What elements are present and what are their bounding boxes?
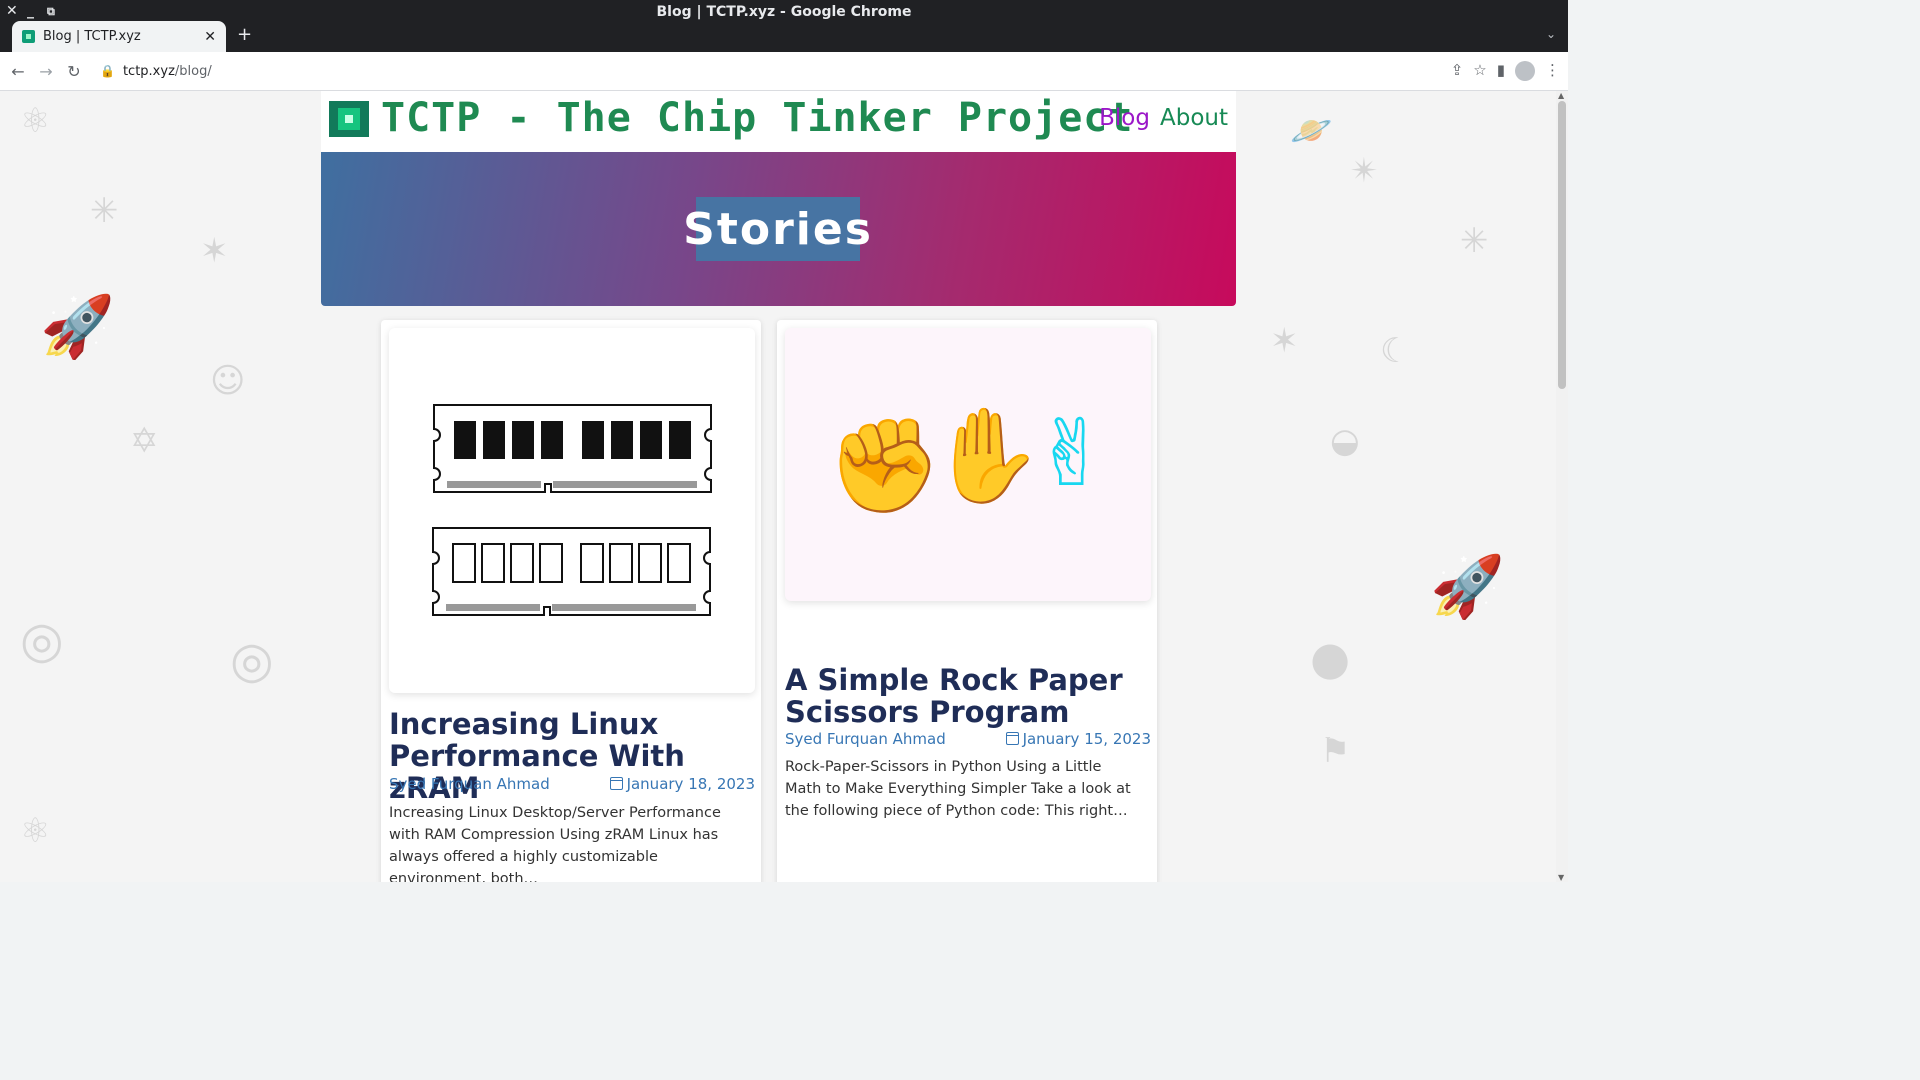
ufo-doodle-icon: ◒ xyxy=(1330,421,1360,461)
url-domain: tctp.xyz xyxy=(122,63,175,79)
moon-doodle-icon: ☾ xyxy=(1380,331,1411,371)
smiley-doodle-icon: ☺ xyxy=(210,361,246,401)
chip-logo-icon[interactable] xyxy=(329,101,369,137)
page-scrollbar[interactable]: ▲ ▼ xyxy=(1556,91,1568,882)
post-image-rps[interactable]: ✊ ✋ ✌ xyxy=(785,328,1151,601)
tab-close-icon[interactable]: ✕ xyxy=(204,29,216,45)
reload-icon[interactable]: ↻ xyxy=(60,62,88,81)
tab-blog[interactable]: Blog | TCTP.xyz ✕ xyxy=(12,21,226,52)
star-doodle-icon: ✴ xyxy=(1350,151,1379,191)
post-date: January 15, 2023 xyxy=(1022,730,1151,748)
browser-toolbar: ← → ↻ 🔒 tctp.xyz/blog/ ⇪ ☆ ▮ ⋮ xyxy=(0,52,1568,91)
rocket-doodle-icon: 🚀 xyxy=(1430,552,1505,622)
atom-doodle-icon: ⚛ xyxy=(20,811,51,851)
tab-strip: Blog | TCTP.xyz ✕ + ⌄ xyxy=(0,21,1568,52)
url-path: /blog/ xyxy=(174,63,212,79)
post-author[interactable]: Syed Furquan Ahmad xyxy=(785,730,946,748)
scroll-down-icon[interactable]: ▼ xyxy=(1558,873,1564,882)
ram-modules-icon xyxy=(432,404,712,616)
scroll-up-icon[interactable]: ▲ xyxy=(1558,91,1564,100)
post-excerpt: Rock-Paper-Scissors in Python Using a Li… xyxy=(785,759,1131,819)
spiral-doodle-icon: ◎ xyxy=(20,611,64,669)
profile-avatar-icon[interactable] xyxy=(1515,61,1535,81)
site-header: TCTP - The Chip Tinker Project Blog About xyxy=(321,91,1236,152)
address-bar[interactable]: 🔒 tctp.xyz/blog/ xyxy=(100,64,212,79)
scissors-hand-icon: ✌ xyxy=(1033,400,1111,507)
star-doodle-icon: ✳ xyxy=(90,191,119,231)
rocket-doodle-icon: 🚀 xyxy=(40,292,115,362)
planet-doodle-icon: 🪐 xyxy=(1290,111,1333,151)
side-panel-icon[interactable]: ▮ xyxy=(1497,61,1505,81)
planet-doodle-icon: ● xyxy=(1310,631,1351,685)
atom-doodle-icon: ⚛ xyxy=(20,101,51,141)
site-title[interactable]: TCTP - The Chip Tinker Project xyxy=(381,95,1133,141)
paper-hand-icon: ✋ xyxy=(929,402,1044,509)
star-doodle-icon: ✶ xyxy=(1270,321,1299,361)
rock-fist-icon: ✊ xyxy=(827,412,942,519)
post-date-wrap: January 18, 2023 xyxy=(609,775,755,793)
post-title[interactable]: A Simple Rock Paper Scissors Program xyxy=(785,664,1151,728)
scrollbar-thumb[interactable] xyxy=(1558,101,1566,389)
site-nav: Blog About xyxy=(1089,105,1228,131)
post-author[interactable]: Syed Furquan Ahmad xyxy=(389,775,550,793)
post-image-ram[interactable] xyxy=(389,328,755,693)
post-excerpt: Increasing Linux Desktop/Server Performa… xyxy=(389,805,721,882)
menu-kebab-icon[interactable]: ⋮ xyxy=(1545,61,1560,81)
bookmark-star-icon[interactable]: ☆ xyxy=(1473,61,1486,81)
star-doodle-icon: ✡ xyxy=(130,421,159,461)
nav-link-about[interactable]: About xyxy=(1160,105,1228,131)
post-date-wrap: January 15, 2023 xyxy=(1005,730,1151,748)
nav-link-blog[interactable]: Blog xyxy=(1099,105,1150,131)
calendar-icon xyxy=(1005,732,1019,745)
site-favicon-icon xyxy=(22,30,35,43)
new-tab-icon[interactable]: + xyxy=(237,24,252,45)
star-doodle-icon: ✳ xyxy=(1460,221,1489,261)
hero-title: Stories xyxy=(683,197,871,261)
page-viewport: ⚛ ✳ 🚀 ✶ ☺ ✡ ◎ ◎ ⚛ 🪐 ✴ ✳ ✶ ☾ ◒ 🚀 ● ⚑ TCTP… xyxy=(0,91,1568,882)
spiral-doodle-icon: ◎ xyxy=(230,631,274,689)
window-title: Blog | TCTP.xyz - Google Chrome xyxy=(656,4,912,20)
tab-search-chevron-icon[interactable]: ⌄ xyxy=(1546,27,1556,41)
share-icon[interactable]: ⇪ xyxy=(1451,61,1464,81)
star-doodle-icon: ✶ xyxy=(200,231,229,271)
post-card[interactable]: Increasing Linux Performance With zRAM S… xyxy=(381,320,761,882)
calendar-icon xyxy=(609,777,623,790)
window-titlebar: ✕ _ ⧉ Blog | TCTP.xyz - Google Chrome xyxy=(0,0,1568,25)
forward-icon[interactable]: → xyxy=(32,62,60,81)
flag-doodle-icon: ⚑ xyxy=(1320,731,1351,771)
post-meta: Syed Furquan Ahmad January 15, 2023 xyxy=(785,730,1151,748)
lock-icon: 🔒 xyxy=(100,64,115,78)
post-card[interactable]: ✊ ✋ ✌ A Simple Rock Paper Scissors Progr… xyxy=(777,320,1157,882)
back-icon[interactable]: ← xyxy=(4,62,32,81)
post-date: January 18, 2023 xyxy=(626,775,755,793)
post-meta: Syed Furquan Ahmad January 18, 2023 xyxy=(389,775,755,793)
tab-title: Blog | TCTP.xyz xyxy=(43,29,141,44)
hero-banner: Stories xyxy=(321,152,1236,306)
